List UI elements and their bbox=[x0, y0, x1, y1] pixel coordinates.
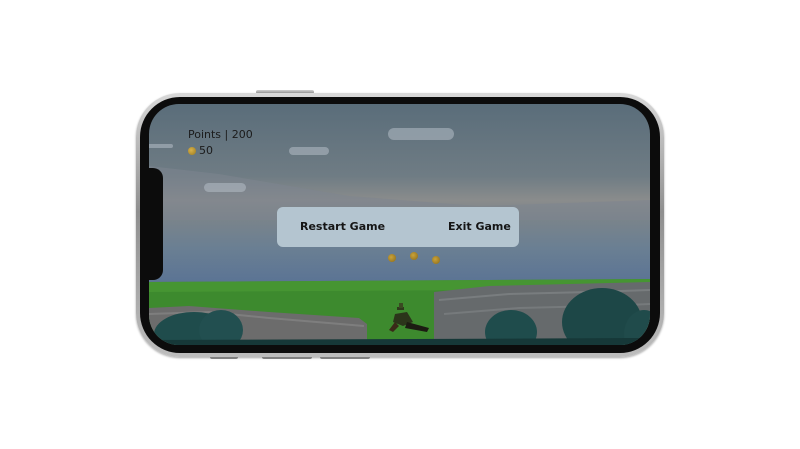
cloud bbox=[149, 144, 173, 148]
game-menu: Restart Game Exit Game bbox=[277, 207, 519, 247]
coin bbox=[410, 252, 418, 260]
coin-counter: 50 bbox=[188, 144, 213, 157]
coin-count: 50 bbox=[199, 144, 213, 157]
points-label: Points | 200 bbox=[188, 128, 253, 141]
coin bbox=[388, 254, 396, 262]
coin-icon bbox=[188, 146, 196, 155]
exit-game-button[interactable]: Exit Game bbox=[448, 207, 511, 247]
restart-game-button[interactable]: Restart Game bbox=[300, 207, 385, 247]
cloud bbox=[388, 128, 454, 140]
stage: Points | 200 50 Restart Game Exit Game bbox=[0, 0, 800, 449]
cloud bbox=[204, 183, 246, 192]
cloud bbox=[289, 147, 329, 155]
coin bbox=[432, 256, 440, 264]
camera-notch bbox=[148, 168, 163, 280]
game-screen[interactable]: Points | 200 50 Restart Game Exit Game bbox=[149, 104, 650, 345]
